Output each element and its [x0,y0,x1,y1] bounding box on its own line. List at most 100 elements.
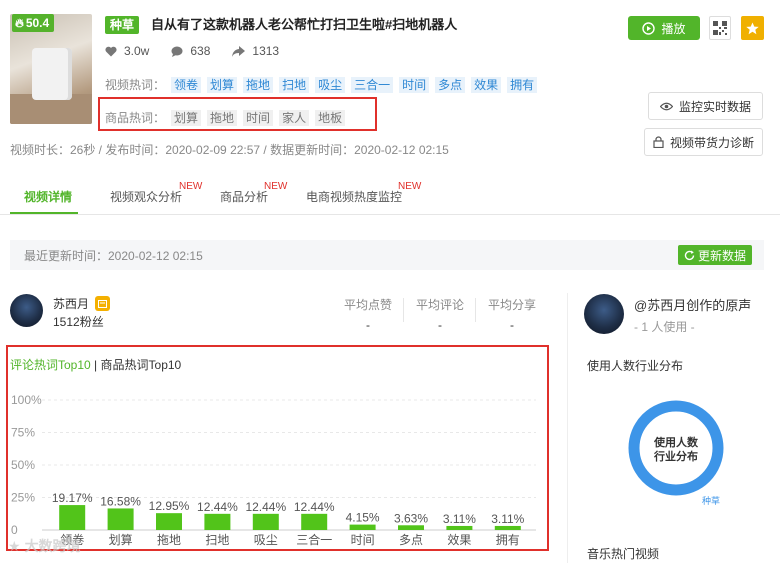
avg-likes-label: 平均点赞 [343,298,392,312]
x-tick-label: 多点 [399,533,423,546]
avg-shares-label: 平均分享 [487,298,536,312]
x-tick-label: 拖地 [157,533,181,546]
tab-ecommerce-heat-monitor[interactable]: 电商视频热度监控 [306,188,402,205]
hot-word-chip[interactable]: 拖地 [243,77,274,93]
product-hot-words: 商品热词： 划算 拖地 时间 家人 地板 [105,110,346,126]
bar-拖地 [156,513,182,530]
divider [403,298,404,322]
watermark-logo-icon: ★ [8,537,21,554]
eye-icon [659,102,673,110]
hot-words-bar-chart: 100%75%50%25%019.17%领卷16.58%划算12.95%拖地12… [11,393,536,546]
donut-center-line-2: 行业分布 [653,449,698,463]
heart-icon [105,46,117,56]
video-hot-label: 视频热词： [105,78,166,92]
star-icon [746,22,759,34]
music-hot-videos-title: 音乐热门视频 [587,547,660,561]
new-badge: NEW [179,181,203,192]
bar-效果 [446,525,473,530]
bar-三合一 [301,513,328,530]
author-name[interactable]: 苏西月 [53,295,89,312]
chart-tab-switcher: 评论热词Top10 | 商品热词Top10 [10,356,181,373]
author-avatar[interactable] [10,294,43,327]
avg-comments-value: - [438,318,442,332]
author-fans: 1512粉丝 [53,315,104,329]
divider [475,298,476,322]
fire-icon: 🔥︎ [15,16,24,30]
hot-word-chip[interactable]: 拥有 [507,77,538,93]
x-tick-label: 划算 [109,532,133,546]
product-word-chip[interactable]: 拖地 [207,110,238,126]
shares-stat: 1313 [232,43,279,59]
tab-audience-analysis[interactable]: 视频观众分析 [110,188,182,205]
bar-吸尘 [252,513,279,530]
author-level-icon [95,296,110,311]
product-word-chip[interactable]: 家人 [279,110,310,126]
product-hot-words-tab[interactable]: 商品热词Top10 [101,358,182,372]
y-tick-label: 0 [11,523,18,537]
hot-word-chip[interactable]: 吸尘 [315,77,346,93]
new-badge: NEW [398,181,422,192]
comment-hot-words-tab[interactable]: 评论热词Top10 [10,358,91,372]
new-badge: NEW [264,181,288,192]
category-tag: 种草 [105,16,140,34]
favorite-button[interactable] [741,16,764,40]
avg-shares-value: - [510,318,514,332]
sound-title[interactable]: @苏西月创作的原声 [634,295,751,314]
video-meta: 视频时长：26秒 / 发布时间：2020-02-09 22:57 / 数据更新时… [10,143,449,157]
donut-center-line-1: 使用人数 [653,435,699,449]
bar-领卷 [59,505,86,530]
hot-word-chip[interactable]: 划算 [207,77,238,93]
product-word-chip[interactable]: 时间 [243,110,274,126]
hot-word-chip[interactable]: 领卷 [171,77,202,93]
bar-拥有 [494,525,521,530]
hot-word-chip[interactable]: 三合一 [351,77,394,93]
x-tick-label: 三合一 [296,532,332,546]
bar-value-label: 12.44% [294,500,335,514]
avg-likes-value: - [366,318,370,332]
last-update-time: 最近更新时间：2020-02-12 02:15 [24,249,203,263]
industry-donut-chart: 使用人数 行业分布 种草 [628,400,724,506]
product-word-chip[interactable]: 划算 [171,110,202,126]
video-title[interactable]: 自从有了这款机器人老公帮忙打扫卫生啦#扫地机器人 [151,16,457,34]
video-stats: 3.0w 638 1313 [105,43,279,59]
hot-word-chip[interactable]: 时间 [399,77,430,93]
score-value: 50.4 [25,16,50,30]
watermark-text: 大数跨境 [24,538,81,554]
bar-value-label: 12.44% [197,500,238,514]
bar-多点 [398,525,424,530]
y-tick-label: 25% [11,491,35,505]
comment-icon [171,46,183,57]
x-tick-label: 吸尘 [254,533,278,546]
bar-value-label: 12.95% [149,499,190,513]
qrcode-icon [713,21,727,35]
y-tick-label: 100% [11,393,42,407]
x-tick-label: 扫地 [205,533,229,546]
diagnose-button[interactable]: 视频带货力诊断 [644,128,763,156]
lock-icon [653,136,664,148]
avg-comments-label: 平均评论 [415,298,464,312]
tab-video-detail[interactable]: 视频详情 [24,188,72,205]
product-hot-label: 商品热词： [105,111,166,125]
refresh-icon [684,250,695,260]
bar-扫地 [204,513,231,530]
video-score-badge: 🔥︎ 50.4 [12,14,55,32]
refresh-data-button[interactable]: 更新数据 [678,245,752,265]
x-tick-label: 效果 [447,532,471,546]
bar-value-label: 4.15% [346,511,380,525]
sound-avatar[interactable] [584,294,624,334]
product-word-chip[interactable]: 地板 [315,110,346,126]
play-icon [642,21,656,35]
qrcode-button[interactable] [709,16,731,40]
hot-word-chip[interactable]: 扫地 [279,77,310,93]
share-icon [232,45,246,57]
play-button[interactable]: 播放 [628,16,700,40]
bar-划算 [107,508,134,530]
monitor-realtime-button[interactable]: 监控实时数据 [648,92,763,120]
hot-word-chip[interactable]: 多点 [435,77,466,93]
y-tick-label: 75% [11,426,35,440]
donut-slice-label: 种草 [702,495,720,506]
hot-word-chip[interactable]: 效果 [471,77,502,93]
comments-stat: 638 [171,43,210,59]
tab-product-analysis[interactable]: 商品分析 [220,188,268,205]
bar-value-label: 16.58% [100,494,141,508]
